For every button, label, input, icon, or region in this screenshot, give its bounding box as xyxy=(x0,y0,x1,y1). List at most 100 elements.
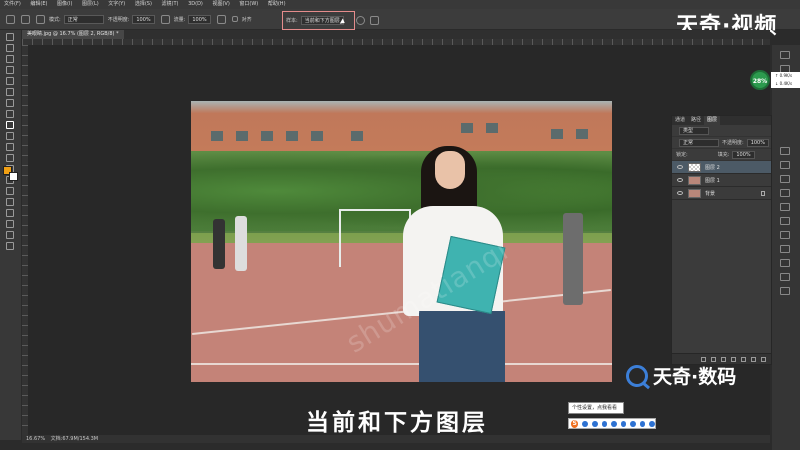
ime-mode-icon[interactable] xyxy=(582,420,588,427)
document-canvas-image[interactable] xyxy=(191,101,612,382)
zoom-readout[interactable]: 16.67% xyxy=(26,436,45,442)
layer-name[interactable]: 图层 1 xyxy=(705,177,720,184)
layer-name[interactable]: 背景 xyxy=(705,190,715,197)
ignore-adjustment-icon[interactable] xyxy=(356,16,365,25)
zoom-tool-icon[interactable] xyxy=(6,242,14,250)
clone-stamp-tool-icon[interactable] xyxy=(6,121,14,129)
clone-source-icon[interactable] xyxy=(36,14,45,24)
history-brush-tool-icon[interactable] xyxy=(6,132,14,140)
hand-tool-icon[interactable] xyxy=(6,231,14,239)
pressure-opacity-icon[interactable] xyxy=(160,14,170,24)
sample-select[interactable]: 当前和下方图层 xyxy=(300,16,344,25)
layer-filter-select[interactable]: 类型 xyxy=(679,126,709,135)
brush-tool-icon[interactable] xyxy=(6,110,14,118)
clone-source-panel-icon[interactable] xyxy=(780,259,790,267)
ime-skin-icon[interactable] xyxy=(630,420,636,427)
photo-person xyxy=(213,219,225,269)
menu-layer[interactable]: 图层(L) xyxy=(82,1,99,7)
menu-3d[interactable]: 3D(D) xyxy=(188,1,203,7)
visibility-eye-icon[interactable] xyxy=(677,178,683,182)
path-select-tool-icon[interactable] xyxy=(6,209,14,217)
visibility-eye-icon[interactable] xyxy=(677,191,683,195)
character-icon[interactable] xyxy=(780,217,790,225)
align-checkbox[interactable] xyxy=(231,16,238,22)
menu-file[interactable]: 文件(F) xyxy=(4,1,21,7)
stamp-tool-icon[interactable] xyxy=(6,14,15,24)
mode-select[interactable]: 正常 xyxy=(63,14,104,24)
opacity-field[interactable]: 100% xyxy=(132,14,155,24)
quick-select-tool-icon[interactable] xyxy=(6,66,14,74)
cpu-usage-badge[interactable]: 28% xyxy=(750,70,770,90)
tab-layers[interactable]: 图层 xyxy=(704,116,721,125)
menu-image[interactable]: 图像(I) xyxy=(57,1,72,7)
brand-logo-bottom: 天奇·数码 xyxy=(626,362,736,389)
shape-tool-icon[interactable] xyxy=(6,220,14,228)
eraser-tool-icon[interactable] xyxy=(6,143,14,151)
layer-opacity-field[interactable]: 100% xyxy=(746,138,769,147)
photo-window xyxy=(311,131,323,141)
swatches-icon[interactable] xyxy=(780,203,790,211)
menu-window[interactable]: 窗口(W) xyxy=(239,1,258,7)
paths-icon[interactable] xyxy=(780,175,790,183)
ime-keyboard-icon[interactable] xyxy=(620,420,627,427)
layer-style-icon[interactable] xyxy=(711,356,716,362)
layer-row[interactable]: 图层 2 xyxy=(672,161,771,174)
pressure-size-icon[interactable] xyxy=(370,16,379,25)
tab-paths[interactable]: 路径 xyxy=(688,116,704,125)
visibility-eye-icon[interactable] xyxy=(677,165,683,169)
ime-toolbox-icon[interactable] xyxy=(639,420,646,427)
adjustment-layer-icon[interactable] xyxy=(731,356,736,362)
color-icon[interactable] xyxy=(780,189,790,197)
layer-opacity-label: 不透明度: xyxy=(722,140,744,146)
flow-field[interactable]: 100% xyxy=(188,14,211,24)
menu-type[interactable]: 文字(Y) xyxy=(108,1,125,7)
new-layer-icon[interactable] xyxy=(751,356,756,362)
menu-help[interactable]: 帮助(H) xyxy=(268,1,286,7)
photo-window xyxy=(351,131,363,141)
video-subtitle: 当前和下方图层 xyxy=(306,410,488,436)
flow-label: 流量: xyxy=(173,16,186,23)
layers-icon[interactable] xyxy=(780,147,790,155)
upload-speed: ↑ 0.9K/s xyxy=(775,73,793,78)
channels-icon[interactable] xyxy=(780,161,790,169)
tab-channels[interactable]: 通道 xyxy=(672,116,688,125)
brush-settings-icon[interactable] xyxy=(780,245,790,253)
gradient-tool-icon[interactable] xyxy=(6,154,14,162)
menu-filter[interactable]: 滤镜(T) xyxy=(162,1,179,7)
ime-punct-icon[interactable] xyxy=(592,420,598,427)
lasso-tool-icon[interactable] xyxy=(6,55,14,63)
menu-view[interactable]: 视图(V) xyxy=(212,1,229,7)
healing-tool-icon[interactable] xyxy=(6,99,14,107)
history-icon[interactable] xyxy=(780,51,790,59)
blend-mode-select[interactable]: 正常 xyxy=(679,138,719,147)
ime-more-icon[interactable] xyxy=(649,420,656,427)
paragraph-icon[interactable] xyxy=(780,231,790,239)
ime-toolbar[interactable]: S xyxy=(568,418,656,429)
airbrush-icon[interactable] xyxy=(216,14,226,24)
ime-voice-icon[interactable] xyxy=(611,420,617,427)
libraries-icon[interactable] xyxy=(780,273,790,281)
layer-name[interactable]: 图层 2 xyxy=(705,164,720,171)
add-mask-icon[interactable] xyxy=(721,356,726,362)
marquee-tool-icon[interactable] xyxy=(6,44,14,52)
menu-edit[interactable]: 编辑(E) xyxy=(30,1,47,7)
layer-row[interactable]: 背景 xyxy=(672,187,771,200)
crop-tool-icon[interactable] xyxy=(6,77,14,85)
new-group-icon[interactable] xyxy=(741,356,746,362)
move-tool-icon[interactable] xyxy=(6,33,14,41)
background-color-swatch[interactable] xyxy=(9,172,18,181)
styles-icon[interactable] xyxy=(780,287,790,295)
fill-field[interactable]: 100% xyxy=(732,150,755,159)
document-tab[interactable]: 美眼睛.jpg @ 16.7% (图层 2, RGB/8) * xyxy=(22,30,124,39)
pen-tool-icon[interactable] xyxy=(6,187,14,195)
sogou-logo-icon[interactable]: S xyxy=(571,419,579,428)
layer-row[interactable]: 图层 1 xyxy=(672,174,771,187)
ime-emoji-icon[interactable] xyxy=(601,420,608,427)
link-layers-icon[interactable] xyxy=(701,356,706,362)
delete-layer-icon[interactable] xyxy=(761,356,766,362)
type-tool-icon[interactable] xyxy=(6,198,14,206)
fill-label: 填充: xyxy=(717,152,730,158)
menu-select[interactable]: 选择(S) xyxy=(135,1,152,7)
brush-preset-icon[interactable] xyxy=(21,14,30,24)
eyedropper-tool-icon[interactable] xyxy=(6,88,14,96)
